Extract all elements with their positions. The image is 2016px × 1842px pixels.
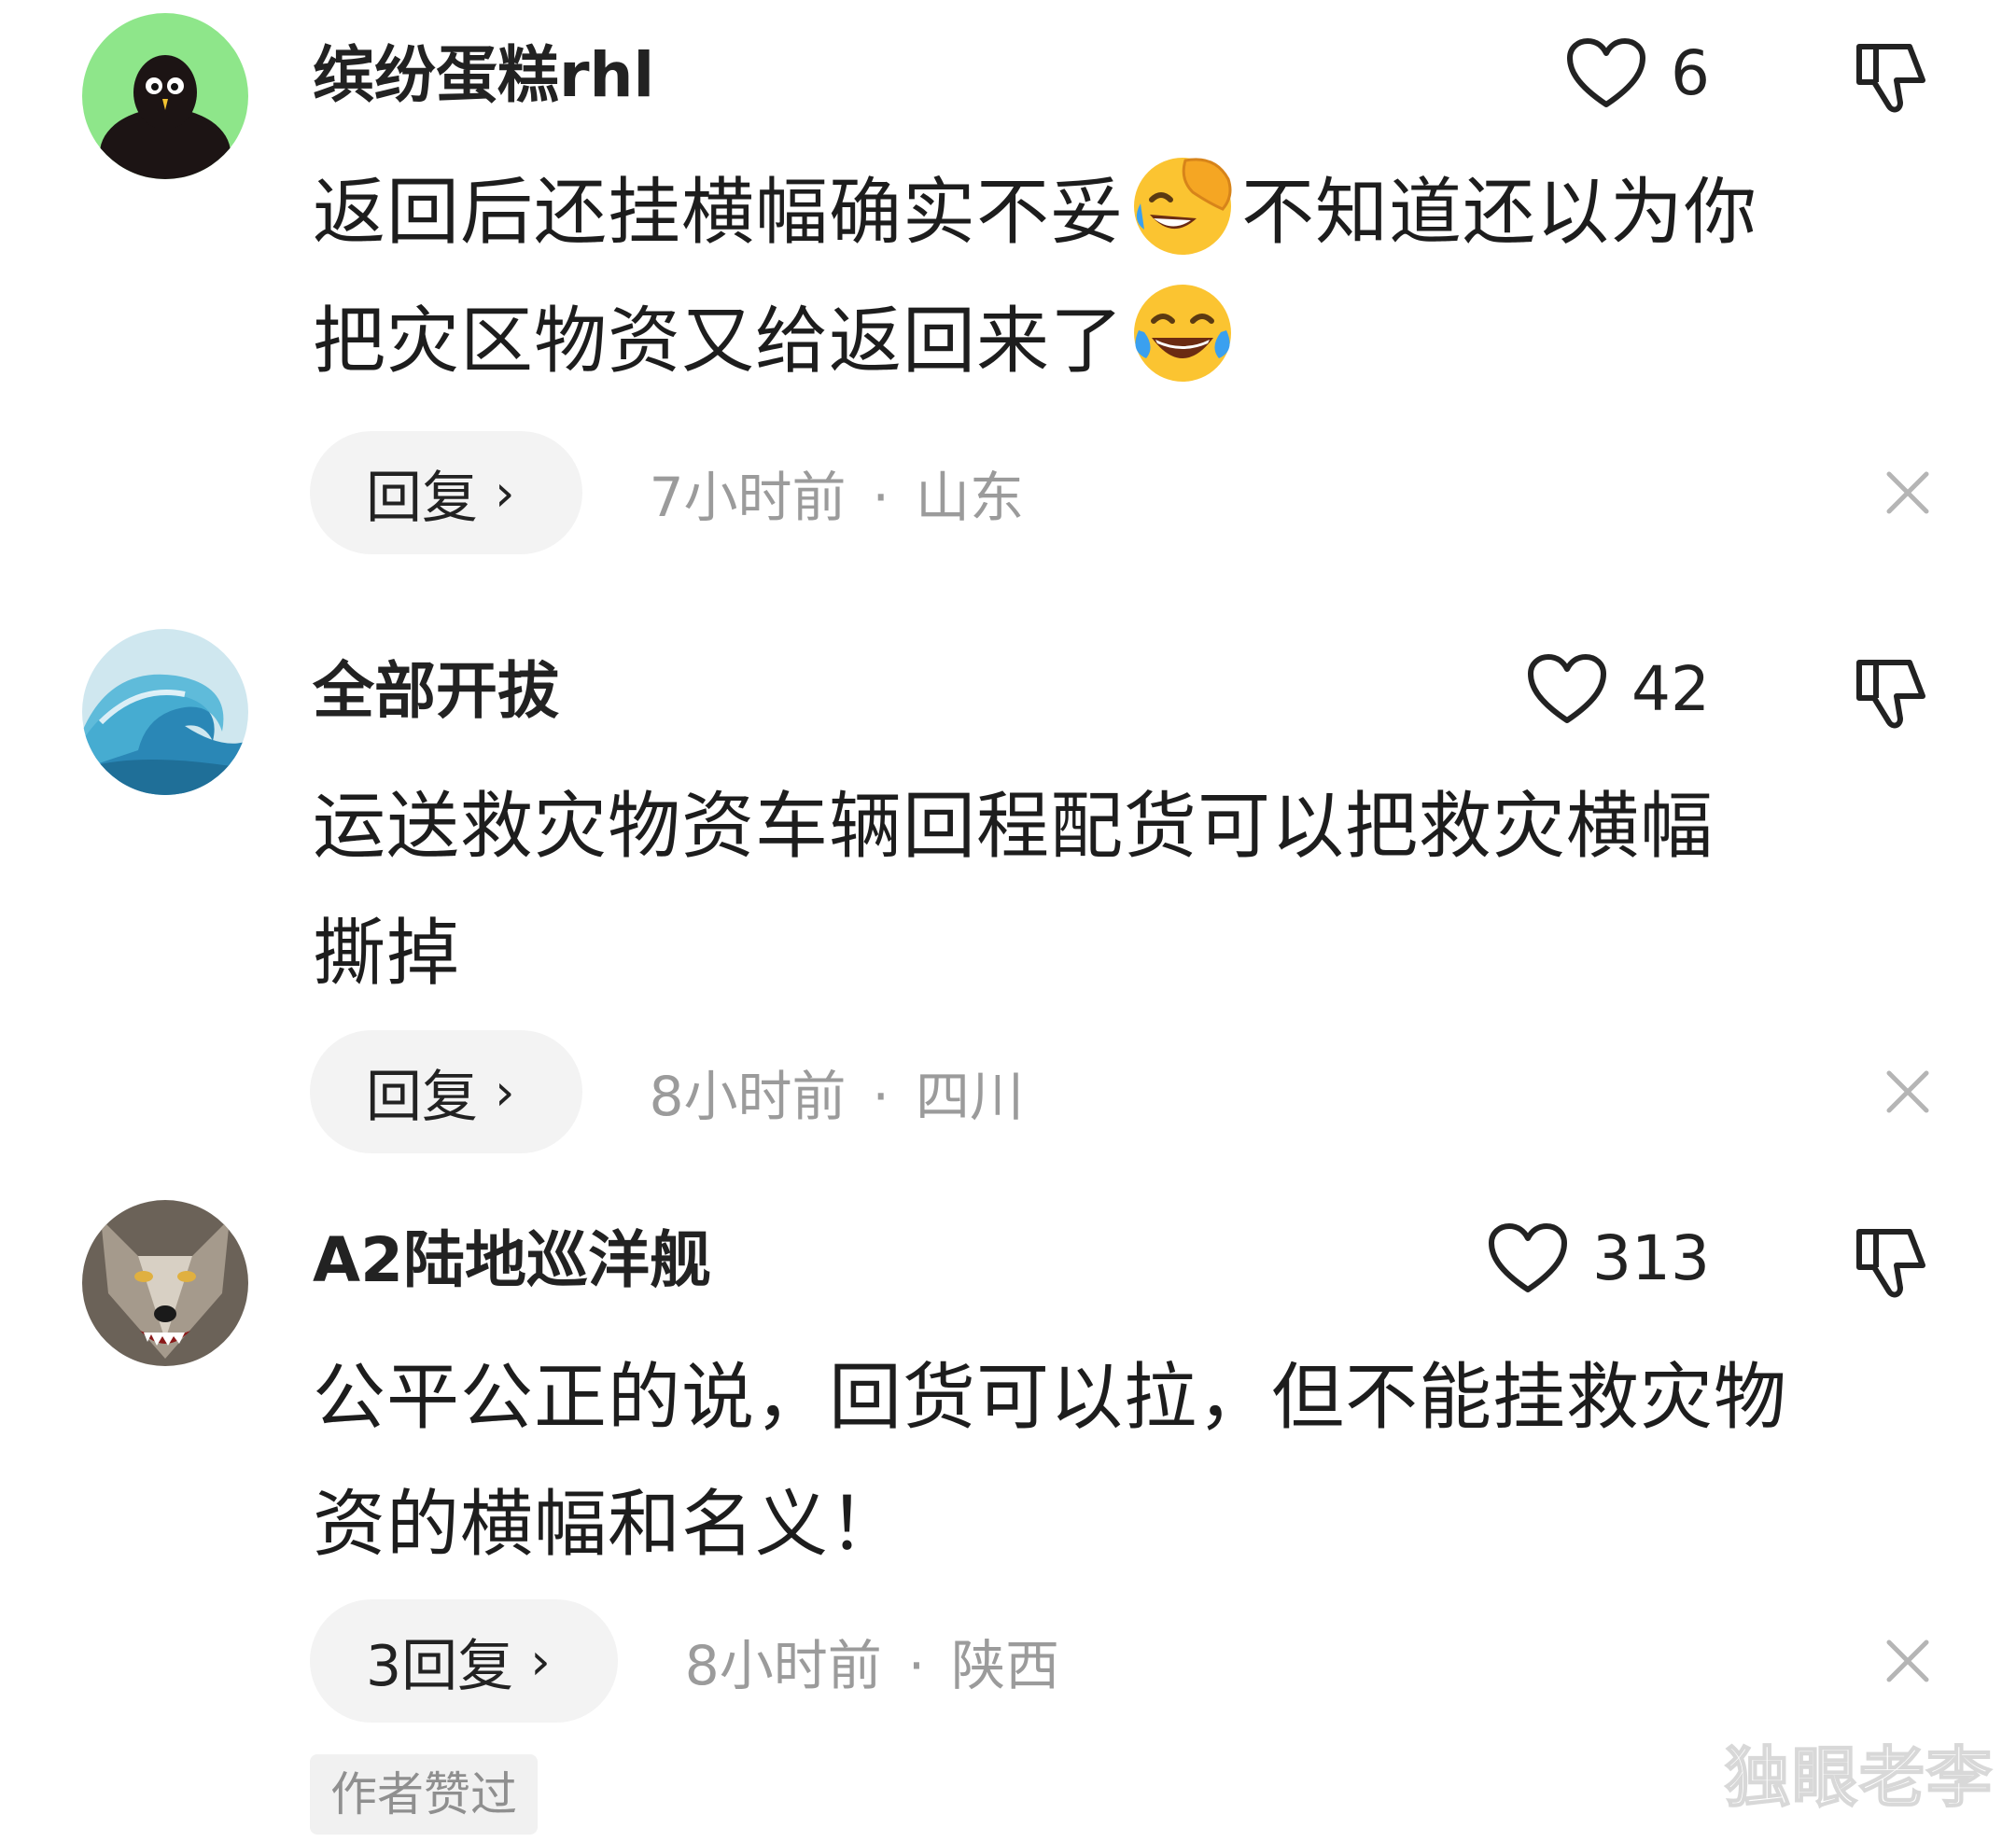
user-avatar[interactable]: [82, 1200, 248, 1366]
dislike-button[interactable]: [1852, 1222, 1932, 1303]
heart-icon: [1528, 654, 1607, 723]
comment-time: 8小时前: [684, 1634, 882, 1697]
heart-icon: [1567, 38, 1645, 107]
chevron-right-icon: ›: [495, 463, 515, 523]
username[interactable]: 缤纷蛋糕rhl: [313, 45, 654, 106]
heart-icon: [1489, 1223, 1568, 1292]
comment-text: 公平公正的说，回货可以拉，但不能挂救灾物 资的横幅和名义！: [313, 1356, 1788, 1567]
reply-button[interactable]: 3回复 ›: [310, 1599, 618, 1723]
face-with-hand-laughing-emoji: [1126, 147, 1239, 261]
chevron-right-icon: ›: [530, 1631, 551, 1691]
like-count: 313: [1592, 1222, 1710, 1294]
comment-meta: 回复 › 7小时前 · 山东: [310, 431, 1024, 554]
thumbs-down-icon: [1856, 660, 1925, 729]
comment-location: 陕西: [951, 1634, 1060, 1697]
comment-text: 运送救灾物资车辆回程配货可以把救灾横幅 撕掉: [313, 785, 1715, 996]
username[interactable]: A2陆地巡洋舰: [313, 1230, 711, 1291]
reply-button[interactable]: 回复 ›: [310, 1030, 582, 1153]
comment-location: 山东: [915, 466, 1024, 529]
close-button[interactable]: [1883, 1068, 1932, 1116]
close-button[interactable]: [1883, 1637, 1932, 1685]
reply-button[interactable]: 回复 ›: [310, 431, 582, 554]
close-icon: [1886, 1640, 1929, 1682]
ocean-wave-avatar-icon: [82, 629, 248, 795]
comment-location: 四川: [915, 1065, 1024, 1128]
like-count: 6: [1671, 37, 1710, 109]
wolf-avatar-icon: [82, 1200, 248, 1366]
close-icon: [1886, 471, 1929, 514]
thumbs-down-icon: [1856, 44, 1925, 113]
dislike-button[interactable]: [1852, 653, 1932, 733]
penguin-avatar-icon: [82, 13, 248, 179]
dislike-button[interactable]: [1852, 37, 1932, 118]
user-avatar[interactable]: [82, 13, 248, 179]
tears-of-joy-emoji: [1126, 276, 1239, 390]
comment-text: 返回后还挂横幅确实不妥 不知道还以为你 把灾区物资又给返回来了: [313, 147, 1937, 405]
chevron-right-icon: ›: [495, 1062, 515, 1122]
user-avatar[interactable]: [82, 629, 248, 795]
comment-meta: 回复 › 8小时前 · 四川: [310, 1030, 1024, 1153]
like-button[interactable]: 42: [1527, 653, 1710, 726]
thumbs-down-icon: [1856, 1229, 1925, 1298]
like-button[interactable]: 313: [1488, 1222, 1710, 1295]
watermark: 独眼老李: [1724, 1738, 1994, 1817]
username[interactable]: 全部开拔: [313, 661, 559, 722]
comment-time: 7小时前: [649, 466, 847, 529]
like-button[interactable]: 6: [1566, 37, 1710, 110]
comment-meta: 3回复 › 8小时前 · 陕西: [310, 1599, 1059, 1723]
close-button[interactable]: [1883, 468, 1932, 517]
like-count: 42: [1631, 653, 1710, 725]
comment-time: 8小时前: [649, 1065, 847, 1128]
close-icon: [1886, 1070, 1929, 1113]
author-liked-badge: 作者赞过: [310, 1754, 538, 1835]
